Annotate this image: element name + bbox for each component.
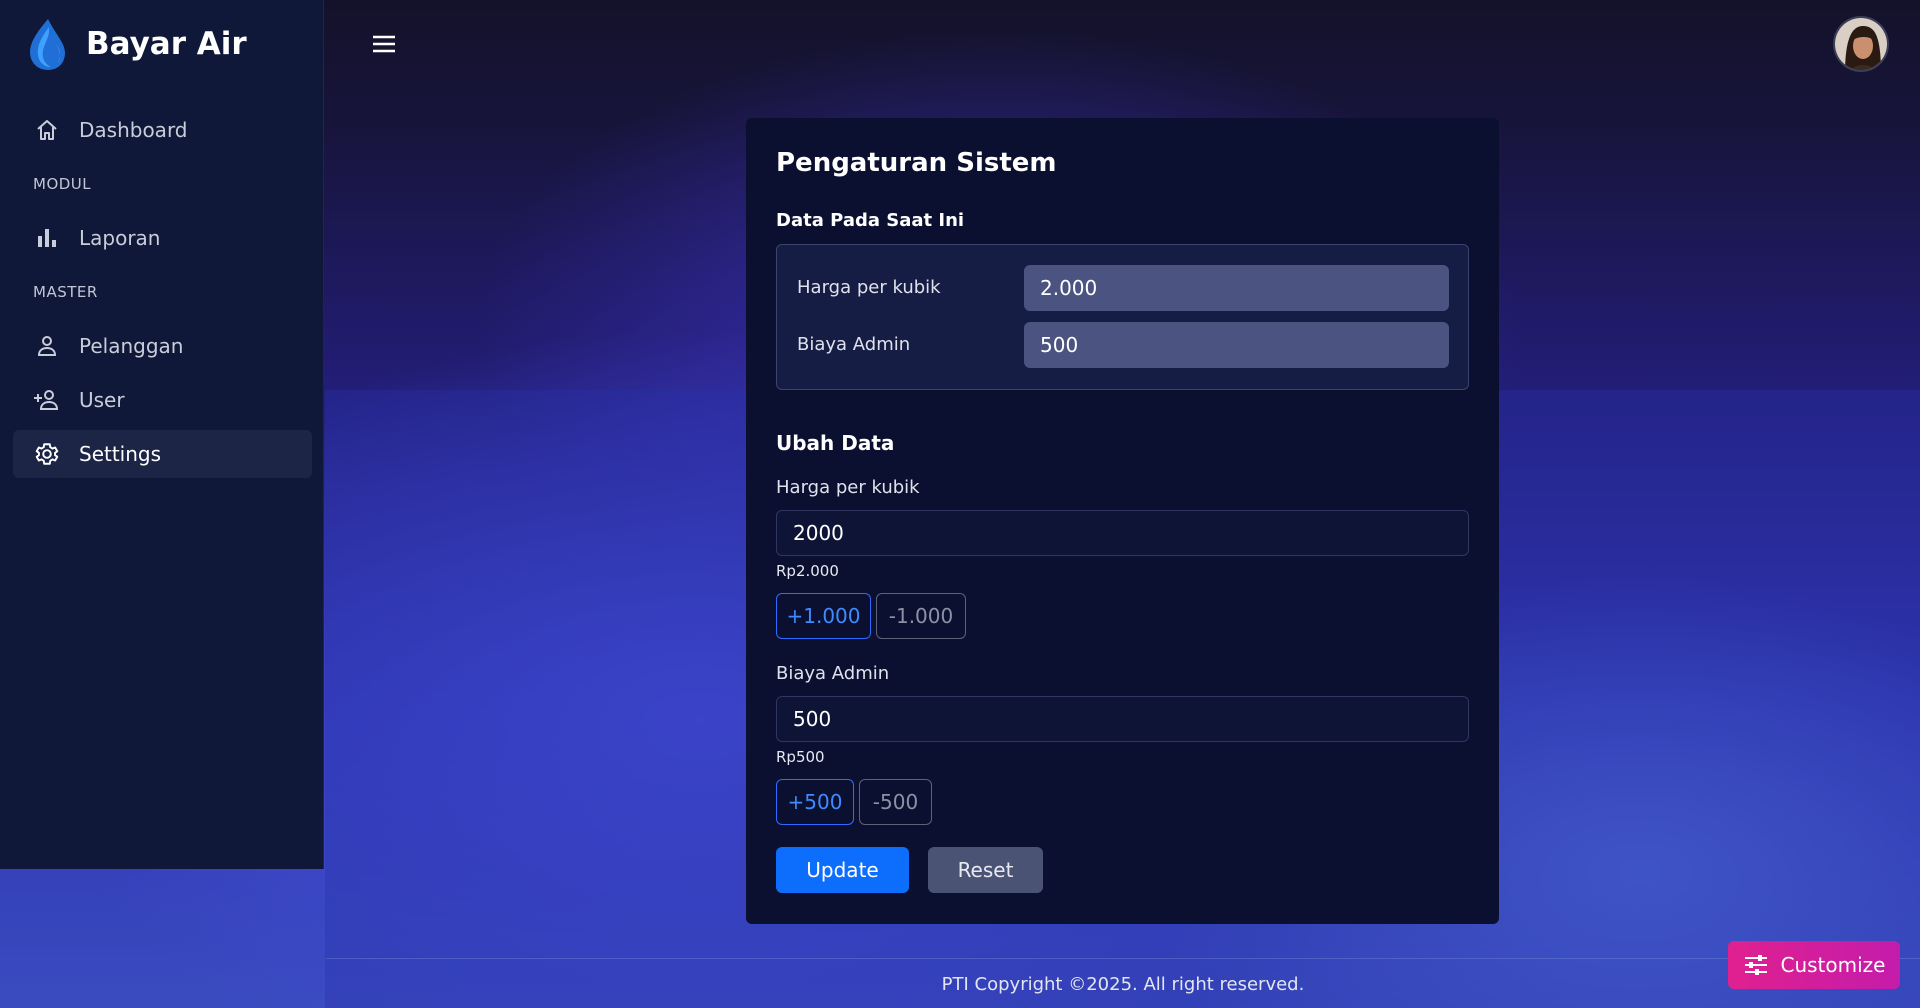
bar-chart-icon [33,224,61,252]
current-admin-label: Biaya Admin [797,334,911,355]
sidebar-item-user[interactable]: User [13,376,312,424]
gear-icon [33,440,61,468]
current-price-label: Harga per kubik [797,277,941,298]
reset-button[interactable]: Reset [928,847,1043,893]
sidebar-item-settings[interactable]: Settings [13,430,312,478]
sidebar-section-master: MASTER [33,283,98,301]
menu-toggle-button[interactable] [370,30,398,58]
brand[interactable]: Bayar Air [26,16,247,72]
footer-divider [326,958,1920,959]
settings-card: Pengaturan Sistem Data Pada Saat Ini Har… [746,118,1499,924]
current-data-box: Harga per kubik 2.000 Biaya Admin 500 [776,244,1469,390]
admin-decrease-button[interactable]: -500 [859,779,932,825]
sidebar-item-laporan[interactable]: Laporan [13,214,312,262]
price-hint: Rp2.000 [776,562,839,580]
sidebar-item-label: Dashboard [79,118,188,142]
admin-increase-button[interactable]: +500 [776,779,854,825]
person-add-icon [33,386,61,414]
current-admin-value: 500 [1024,322,1449,368]
admin-field-label: Biaya Admin [776,663,890,684]
customize-label: Customize [1780,953,1886,977]
admin-hint: Rp500 [776,748,825,766]
sidebar: Bayar Air Dashboard MODUL Laporan MASTER… [0,0,324,869]
sidebar-item-label: User [79,388,125,412]
brand-title: Bayar Air [86,26,247,62]
sidebar-item-label: Laporan [79,226,161,250]
current-data-heading: Data Pada Saat Ini [776,210,965,231]
sidebar-section-modul: MODUL [33,175,92,193]
hamburger-icon [370,35,398,62]
price-field-label: Harga per kubik [776,477,920,498]
admin-input[interactable]: 500 [776,696,1469,742]
page-title: Pengaturan Sistem [776,148,1057,178]
price-increase-button[interactable]: +1.000 [776,593,871,639]
edit-data-heading: Ubah Data [776,431,895,455]
sidebar-item-dashboard[interactable]: Dashboard [13,106,312,154]
customize-button[interactable]: Customize [1728,941,1900,989]
home-icon [33,116,61,144]
sidebar-item-label: Pelanggan [79,334,184,358]
footer-copyright: PTI Copyright ©2025. All right reserved. [941,974,1305,995]
sidebar-item-pelanggan[interactable]: Pelanggan [13,322,312,370]
sliders-icon [1743,953,1769,977]
update-button[interactable]: Update [776,847,909,893]
sidebar-item-label: Settings [79,442,162,466]
water-drop-icon [26,17,68,71]
price-input[interactable]: 2000 [776,510,1469,556]
current-price-value: 2.000 [1024,265,1449,311]
avatar[interactable] [1833,16,1889,72]
price-decrease-button[interactable]: -1.000 [876,593,966,639]
person-icon [33,332,61,360]
